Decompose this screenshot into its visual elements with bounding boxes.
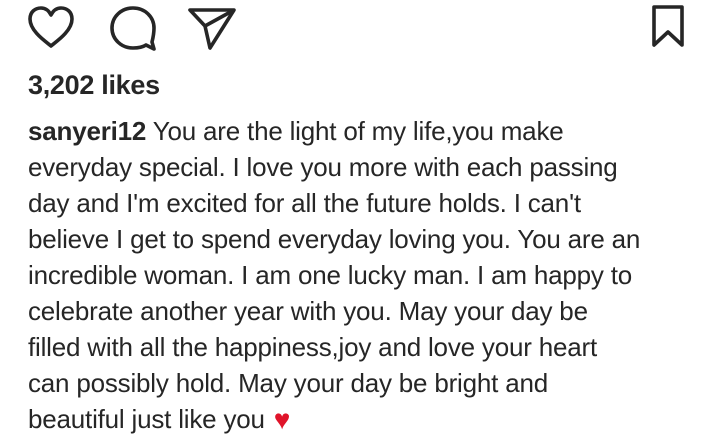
caption-line: believe I get to spend everyday loving y…	[28, 224, 641, 254]
caption-line-1: sanyeri12 You are the light of my life,y…	[28, 113, 688, 149]
caption-last-line: beautiful just like you ♥	[28, 401, 688, 438]
caption-line: day and I'm excited for all the future h…	[28, 188, 581, 218]
comment-icon[interactable]	[108, 4, 158, 52]
like-icon[interactable]	[26, 4, 76, 50]
caption-line: incredible woman. I am one lucky man. I …	[28, 260, 632, 290]
caption-line: celebrate another year with you. May you…	[28, 296, 588, 326]
caption-line: can possibly hold. May your day be brigh…	[28, 368, 548, 398]
post-action-bar	[0, 0, 720, 56]
caption-text: You are the light of my life,you make	[146, 116, 564, 146]
red-heart-emoji-icon: ♥	[273, 404, 291, 435]
share-icon[interactable]	[186, 6, 238, 50]
post-caption: sanyeri12 You are the light of my life,y…	[28, 113, 688, 438]
bookmark-icon[interactable]	[650, 4, 686, 48]
caption-line: filled with all the happiness,joy and lo…	[28, 332, 597, 362]
likes-count[interactable]: 3,202 likes	[28, 70, 160, 101]
caption-line: everyday special. I love you more with e…	[28, 152, 618, 182]
caption-text: beautiful just like you	[28, 404, 272, 434]
caption-username[interactable]: sanyeri12	[28, 116, 146, 146]
